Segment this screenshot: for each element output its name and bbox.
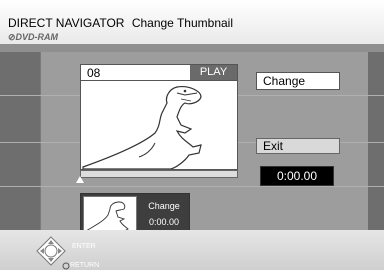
preview-bar: 08 PLAY <box>81 65 237 81</box>
preview-window: 08 PLAY <box>80 64 238 170</box>
divider-line <box>0 186 384 187</box>
disc-label: DVD-RAM <box>15 32 59 42</box>
header: DIRECT NAVIGATOR Change Thumbnail ⊘DVD-R… <box>0 0 384 44</box>
thumbnail-card[interactable]: Change 0:00.00 <box>80 193 190 235</box>
change-button[interactable]: Change <box>256 72 340 90</box>
subtitle-text: Change Thumbnail <box>131 16 233 30</box>
thumbnail-time: 0:00.00 <box>148 217 180 227</box>
left-strip <box>0 52 40 230</box>
thumbnail-label: Change <box>148 201 180 211</box>
dinosaur-image <box>82 86 202 169</box>
play-status: PLAY <box>190 65 237 80</box>
title-text: DIRECT NAVIGATOR <box>8 16 125 30</box>
enter-label: ENTER <box>72 243 96 250</box>
exit-button[interactable]: Exit <box>256 138 340 154</box>
thumbnail-image <box>83 196 137 233</box>
time-display: 0:00.00 <box>260 166 334 186</box>
progress-bar[interactable] <box>80 170 238 178</box>
disc-indicator: ⊘DVD-RAM <box>8 32 58 43</box>
return-label: RETURN <box>70 262 100 269</box>
right-strip <box>368 52 384 230</box>
disc-icon: ⊘ <box>8 32 16 42</box>
title-number: 08 <box>87 66 101 80</box>
return-icon <box>62 262 70 270</box>
position-marker[interactable] <box>76 176 84 183</box>
page-title: DIRECT NAVIGATOR Change Thumbnail <box>8 16 233 30</box>
dinosaur-thumbnail <box>84 201 129 232</box>
